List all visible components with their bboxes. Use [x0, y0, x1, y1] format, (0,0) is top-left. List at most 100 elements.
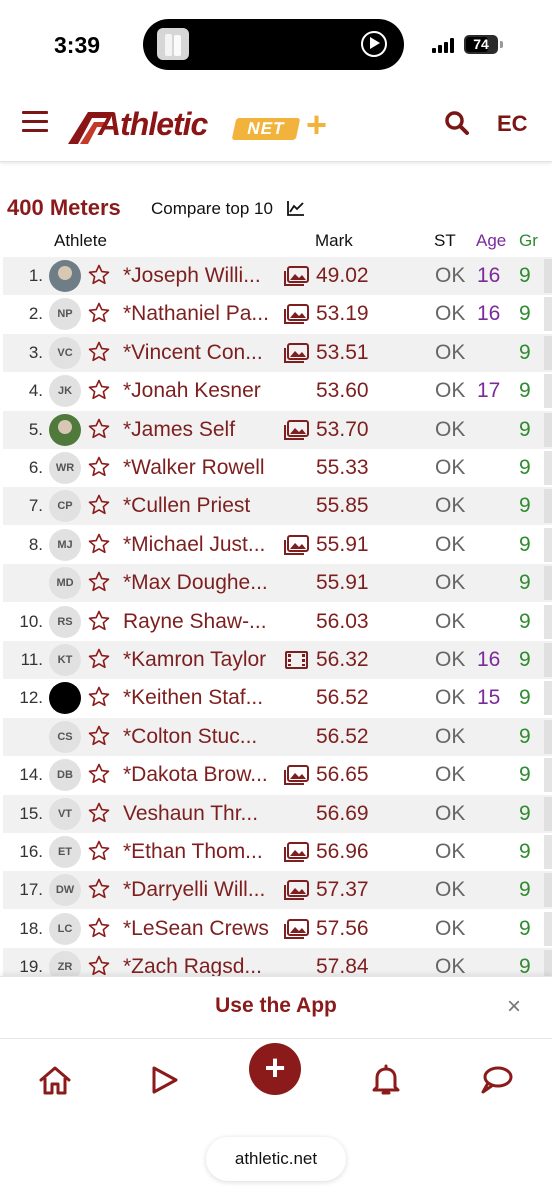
athlete-name-link[interactable]: *Jonah Kesner — [123, 379, 283, 403]
row-mark[interactable]: 53.70 — [316, 418, 369, 442]
header-grade[interactable]: Gr — [519, 231, 538, 251]
favorite-star-icon[interactable] — [87, 455, 111, 479]
row-mark[interactable]: 53.60 — [316, 379, 369, 403]
favorite-star-icon[interactable] — [87, 263, 111, 287]
search-icon[interactable] — [444, 110, 470, 136]
athlete-name-link[interactable]: *Zach Ragsd... — [123, 955, 283, 977]
row-mark[interactable]: 56.03 — [316, 610, 369, 634]
row-mark[interactable]: 56.65 — [316, 763, 369, 787]
photos-icon[interactable] — [284, 765, 309, 786]
table-row[interactable]: 6. WR *Walker Rowell 55.33 OK 9 — [3, 449, 552, 487]
row-photo-thumbnail[interactable] — [544, 758, 552, 793]
row-photo-thumbnail[interactable] — [544, 335, 552, 370]
avatar[interactable] — [49, 413, 81, 446]
athlete-name-link[interactable]: *Dakota Brow... — [123, 763, 283, 787]
row-mark[interactable]: 53.19 — [316, 302, 369, 326]
header-st[interactable]: ST — [434, 231, 456, 251]
row-mark[interactable]: 55.85 — [316, 494, 369, 518]
avatar[interactable]: RS — [49, 605, 81, 638]
table-row[interactable]: 8. MJ *Michael Just... 55.91 OK 9 — [3, 526, 552, 564]
athlete-name-link[interactable]: *Kamron Taylor — [123, 648, 283, 672]
row-mark[interactable]: 53.51 — [316, 341, 369, 365]
athlete-name-link[interactable]: *Vincent Con... — [123, 341, 283, 365]
row-photo-thumbnail[interactable] — [544, 412, 552, 447]
row-photo-thumbnail[interactable] — [544, 527, 552, 562]
athlete-name-link[interactable]: Veshaun Thr... — [123, 802, 283, 826]
row-photo-thumbnail[interactable] — [544, 374, 552, 409]
avatar[interactable]: KT — [49, 644, 81, 676]
line-chart-icon[interactable] — [287, 200, 305, 216]
table-row[interactable]: 11. KT *Kamron Taylor 56.32 OK 16 9 — [3, 641, 552, 679]
table-row[interactable]: 14. DB *Dakota Brow... 56.65 OK 9 — [3, 756, 552, 794]
table-row[interactable]: 10. RS Rayne Shaw-... 56.03 OK 9 — [3, 603, 552, 641]
favorite-star-icon[interactable] — [87, 801, 111, 825]
athlete-name-link[interactable]: *Keithen Staf... — [123, 686, 283, 710]
avatar[interactable]: MJ — [49, 528, 81, 561]
row-mark[interactable]: 56.52 — [316, 686, 369, 710]
avatar[interactable]: WR — [49, 452, 81, 484]
athlete-name-link[interactable]: Rayne Shaw-... — [123, 610, 283, 634]
screen-record-icon[interactable] — [361, 31, 387, 57]
athlete-name-link[interactable]: *Colton Stuc... — [123, 725, 283, 749]
photos-icon[interactable] — [284, 266, 309, 286]
athlete-name-link[interactable]: *Nathaniel Pa... — [123, 302, 283, 326]
table-row[interactable]: 19. ZR *Zach Ragsd... 57.84 OK 9 — [3, 948, 552, 977]
row-photo-thumbnail[interactable] — [544, 719, 552, 754]
photos-icon[interactable] — [284, 880, 309, 901]
favorite-star-icon[interactable] — [87, 954, 111, 977]
use-the-app-banner[interactable]: Use the App × — [0, 976, 552, 1038]
row-mark[interactable]: 55.33 — [316, 456, 369, 480]
row-photo-thumbnail[interactable] — [544, 259, 552, 293]
dynamic-island[interactable] — [143, 19, 404, 70]
avatar[interactable]: LC — [49, 912, 81, 945]
athlete-name-link[interactable]: *Walker Rowell — [123, 456, 283, 480]
now-playing-thumbnail[interactable] — [157, 28, 189, 60]
add-button[interactable]: + — [249, 1043, 301, 1095]
row-mark[interactable]: 55.91 — [316, 571, 369, 595]
table-row[interactable]: 2. NP *Nathaniel Pa... 53.19 OK 16 9 — [3, 295, 552, 333]
messages-chat-icon[interactable] — [478, 1063, 514, 1097]
table-row[interactable]: 3. VC *Vincent Con... 53.51 OK 9 — [3, 333, 552, 372]
favorite-star-icon[interactable] — [87, 417, 111, 441]
row-photo-thumbnail[interactable] — [544, 604, 552, 639]
favorite-star-icon[interactable] — [87, 378, 111, 402]
table-row[interactable]: 12. *Keithen Staf... 56.52 OK 15 9 — [3, 679, 552, 717]
row-photo-thumbnail[interactable] — [544, 297, 552, 332]
athlete-name-link[interactable]: *Max Doughe... — [123, 571, 283, 595]
row-mark[interactable]: 56.32 — [316, 648, 369, 672]
athlete-name-link[interactable]: *James Self — [123, 418, 283, 442]
close-icon[interactable]: × — [507, 993, 521, 1021]
table-row[interactable]: 5. *James Self 53.70 OK 9 — [3, 410, 552, 449]
table-row[interactable]: 15. VT Veshaun Thr... 56.69 OK 9 — [3, 794, 552, 833]
avatar[interactable]: DB — [49, 759, 81, 792]
row-photo-thumbnail[interactable] — [544, 835, 552, 869]
row-mark[interactable]: 57.37 — [316, 878, 369, 902]
athlete-name-link[interactable]: *LeSean Crews — [123, 917, 283, 941]
hamburger-menu-icon[interactable] — [22, 111, 48, 133]
play-icon[interactable] — [146, 1063, 182, 1097]
row-mark[interactable]: 57.56 — [316, 917, 369, 941]
table-row[interactable]: MD *Max Doughe... 55.91 OK 9 — [3, 564, 552, 603]
row-photo-thumbnail[interactable] — [544, 911, 552, 946]
athletic-net-logo[interactable]: Athletic NET + — [66, 102, 338, 150]
favorite-star-icon[interactable] — [87, 839, 111, 863]
table-row[interactable]: 16. ET *Ethan Thom... 56.96 OK 9 — [3, 833, 552, 871]
row-mark[interactable]: 56.96 — [316, 840, 369, 864]
favorite-star-icon[interactable] — [87, 340, 111, 364]
video-icon[interactable] — [284, 650, 309, 670]
photos-icon[interactable] — [284, 342, 309, 363]
row-photo-thumbnail[interactable] — [544, 566, 552, 601]
row-mark[interactable]: 56.52 — [316, 725, 369, 749]
favorite-star-icon[interactable] — [87, 724, 111, 748]
row-mark[interactable]: 57.84 — [316, 955, 369, 977]
athlete-name-link[interactable]: *Michael Just... — [123, 533, 283, 557]
row-photo-thumbnail[interactable] — [544, 681, 552, 716]
compare-top-10-link[interactable]: Compare top 10 — [151, 199, 273, 219]
athlete-name-link[interactable]: *Joseph Willi... — [123, 264, 283, 288]
avatar[interactable] — [49, 260, 81, 292]
favorite-star-icon[interactable] — [87, 877, 111, 901]
favorite-star-icon[interactable] — [87, 301, 111, 325]
table-row[interactable]: 17. DW *Darryelli Will... 57.37 OK 9 — [3, 871, 552, 910]
avatar[interactable] — [49, 682, 81, 715]
row-photo-thumbnail[interactable] — [544, 873, 552, 908]
